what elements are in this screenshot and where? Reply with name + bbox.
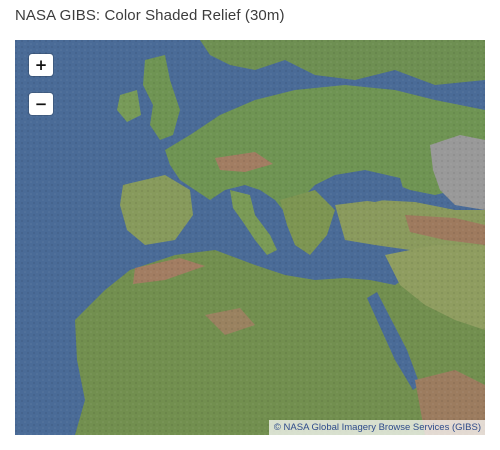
map-attribution[interactable]: © NASA Global Imagery Browse Services (G… [268,420,485,435]
zoom-in-button[interactable]: + [29,54,53,76]
terrain-texture [15,40,485,435]
map-viewport[interactable]: + − © NASA Global Imagery Browse Service… [15,40,485,435]
zoom-out-button[interactable]: − [29,93,53,115]
relief-map-image [15,40,485,435]
page-title: NASA GIBS: Color Shaded Relief (30m) [15,7,285,24]
